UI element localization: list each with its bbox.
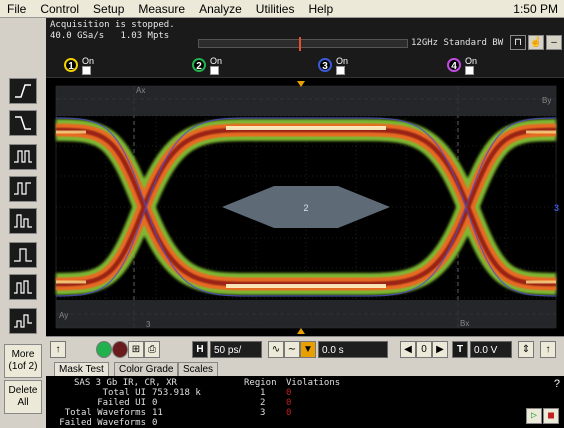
cursor-by-label: By [542,96,551,105]
trigger-bottom-marker [297,328,305,334]
horizontal-button[interactable]: H [192,341,208,358]
menu-analyze[interactable]: Analyze [192,2,249,16]
region-2-label: 2 [303,203,308,213]
total-waveforms-value: 11 [152,408,163,418]
cursor-ax-label: Ax [136,86,145,95]
region-1-number: 1 [260,388,266,398]
failed-waveforms-value: 0 [152,418,158,428]
tab-bar: Mask Test Color Grade Scales [46,362,564,376]
total-waveforms-label: Total Waveforms [64,408,146,418]
pattern-trigger-icon[interactable] [9,274,37,300]
more-button[interactable]: More (1of 2) [4,344,42,378]
offset-field[interactable]: 0.0 V [470,341,512,358]
channel-4-label: On [465,56,478,66]
menu-setup[interactable]: Setup [86,2,131,16]
glitch-trigger-icon[interactable] [9,144,37,170]
region-3-number: 3 [260,408,266,418]
channel-1-checkbox[interactable] [82,66,91,75]
channel-bar: 1 On 2 On 3 On 4 On [46,54,564,78]
waveform-display[interactable]: 2 Ax Bx By Ay 3 3 [46,78,564,336]
delay-field[interactable]: 0.0 s [318,341,388,358]
tab-mask-test[interactable]: Mask Test [54,362,109,376]
channel-3-icon: 3 [318,58,332,72]
run-mode-icon[interactable]: ⊓ [510,35,526,50]
runt-trigger-icon[interactable] [9,208,37,234]
memory-bar[interactable] [198,37,408,51]
menu-help[interactable]: Help [301,2,340,16]
region-header: Region [244,378,277,388]
channel-2-label: On [210,56,223,66]
control-bar: ↑ ⊞ ⎙ H 50 ps/ ∿ ∼ ▼ 0.0 s ◀ 0 ▶ T 0.0 V… [46,336,564,362]
channel-3-offset-marker: 3 [554,203,559,213]
channel-2-icon: 2 [192,58,206,72]
acquisition-state: Acquisition is stopped. [50,20,175,30]
region-2-violations: 0 [286,398,292,408]
spinner-icon[interactable]: ⇕ [518,341,534,358]
mask-region-1 [56,86,556,116]
trigger-position-marker[interactable] [299,37,301,51]
acquisition-status: Acquisition is stopped. 40.0 GSa/s 1.03 … [46,18,564,54]
record-icon[interactable] [112,341,128,358]
channel-4-checkbox[interactable] [465,66,474,75]
center-icon[interactable]: 0 [416,341,432,358]
tab-scales[interactable]: Scales [178,362,219,376]
state-trigger-icon[interactable] [9,308,37,334]
autoscale-icon[interactable] [96,341,112,358]
channel-3-checkbox[interactable] [336,66,345,75]
step-left-icon[interactable]: ◀ [400,341,416,358]
failed-waveforms-label: Failed Waveforms [59,418,146,428]
channel-1-icon: 1 [64,58,78,72]
bandwidth-label: 12GHz Standard BW [411,38,504,48]
menu-measure[interactable]: Measure [131,2,192,16]
up-arrow-right-icon[interactable]: ↑ [540,341,556,358]
menu-file[interactable]: File [0,2,33,16]
rising-edge-trigger-icon[interactable] [9,78,37,104]
failed-ui-value: 0 [152,398,158,408]
acquisition-text: Acquisition is stopped. 40.0 GSa/s 1.03 … [50,20,175,42]
menu-control[interactable]: Control [33,2,86,16]
region-1-violations: 0 [286,388,292,398]
channel-4-icon: 4 [447,58,461,72]
eye-diagram: 2 Ax Bx By Ay 3 3 [55,81,559,334]
tab-color-grade[interactable]: Color Grade [114,362,179,376]
channel-2-checkbox[interactable] [210,66,219,75]
coarse-adjust-icon[interactable]: ∼ [284,341,300,358]
print-icon[interactable]: ⎙ [144,341,160,358]
total-ui-value: 753.918 k [152,388,201,398]
fine-adjust-icon[interactable]: ∿ [268,341,284,358]
stop-test-icon[interactable]: ■ [543,408,559,424]
step-right-icon[interactable]: ▶ [432,341,448,358]
trigger-level-button[interactable]: T [452,341,468,358]
channel-1-label: On [82,56,95,66]
channel-3-label: On [336,56,349,66]
violations-header: Violations [286,378,341,388]
delete-all-button[interactable]: Delete All [4,380,42,414]
up-arrow-icon[interactable]: ↑ [50,341,66,358]
run-test-icon[interactable]: ▷ [526,408,542,424]
failed-ui-label: Failed UI [97,398,146,408]
pulse-width-trigger-icon[interactable] [9,176,37,202]
cursor-ay-label: Ay [59,311,68,320]
channel-3-ground-label: 3 [146,320,151,329]
trigger-toolbar: More (1of 2) Delete All [0,18,46,428]
menu-utilities[interactable]: Utilities [249,2,302,16]
clock: 1:50 PM [513,1,558,16]
total-ui-label: Total UI [102,388,146,398]
menu-bar: File Control Setup Measure Analyze Utili… [0,0,564,18]
timebase-field[interactable]: 50 ps/ [210,341,262,358]
help-button[interactable]: ? [554,379,560,390]
region-3-violations: 0 [286,408,292,418]
trigger-marker-icon[interactable]: ▼ [300,341,316,358]
sample-rate: 40.0 GSa/s 1.03 Mpts [50,31,170,41]
mask-test-panel: SAS 3 Gb IR, CR, XR Region Violations To… [46,376,564,428]
zoom-icon[interactable]: ⊞ [128,341,144,358]
falling-edge-trigger-icon[interactable] [9,110,37,136]
mask-standard: SAS 3 Gb IR, CR, XR [74,378,177,388]
mask-region-3 [56,300,556,328]
region-2-number: 2 [260,398,266,408]
minimize-icon[interactable]: – [546,35,562,50]
cursor-bx-label: Bx [460,319,469,328]
pointer-icon[interactable]: ☝ [528,35,544,50]
timeout-trigger-icon[interactable] [9,242,37,268]
